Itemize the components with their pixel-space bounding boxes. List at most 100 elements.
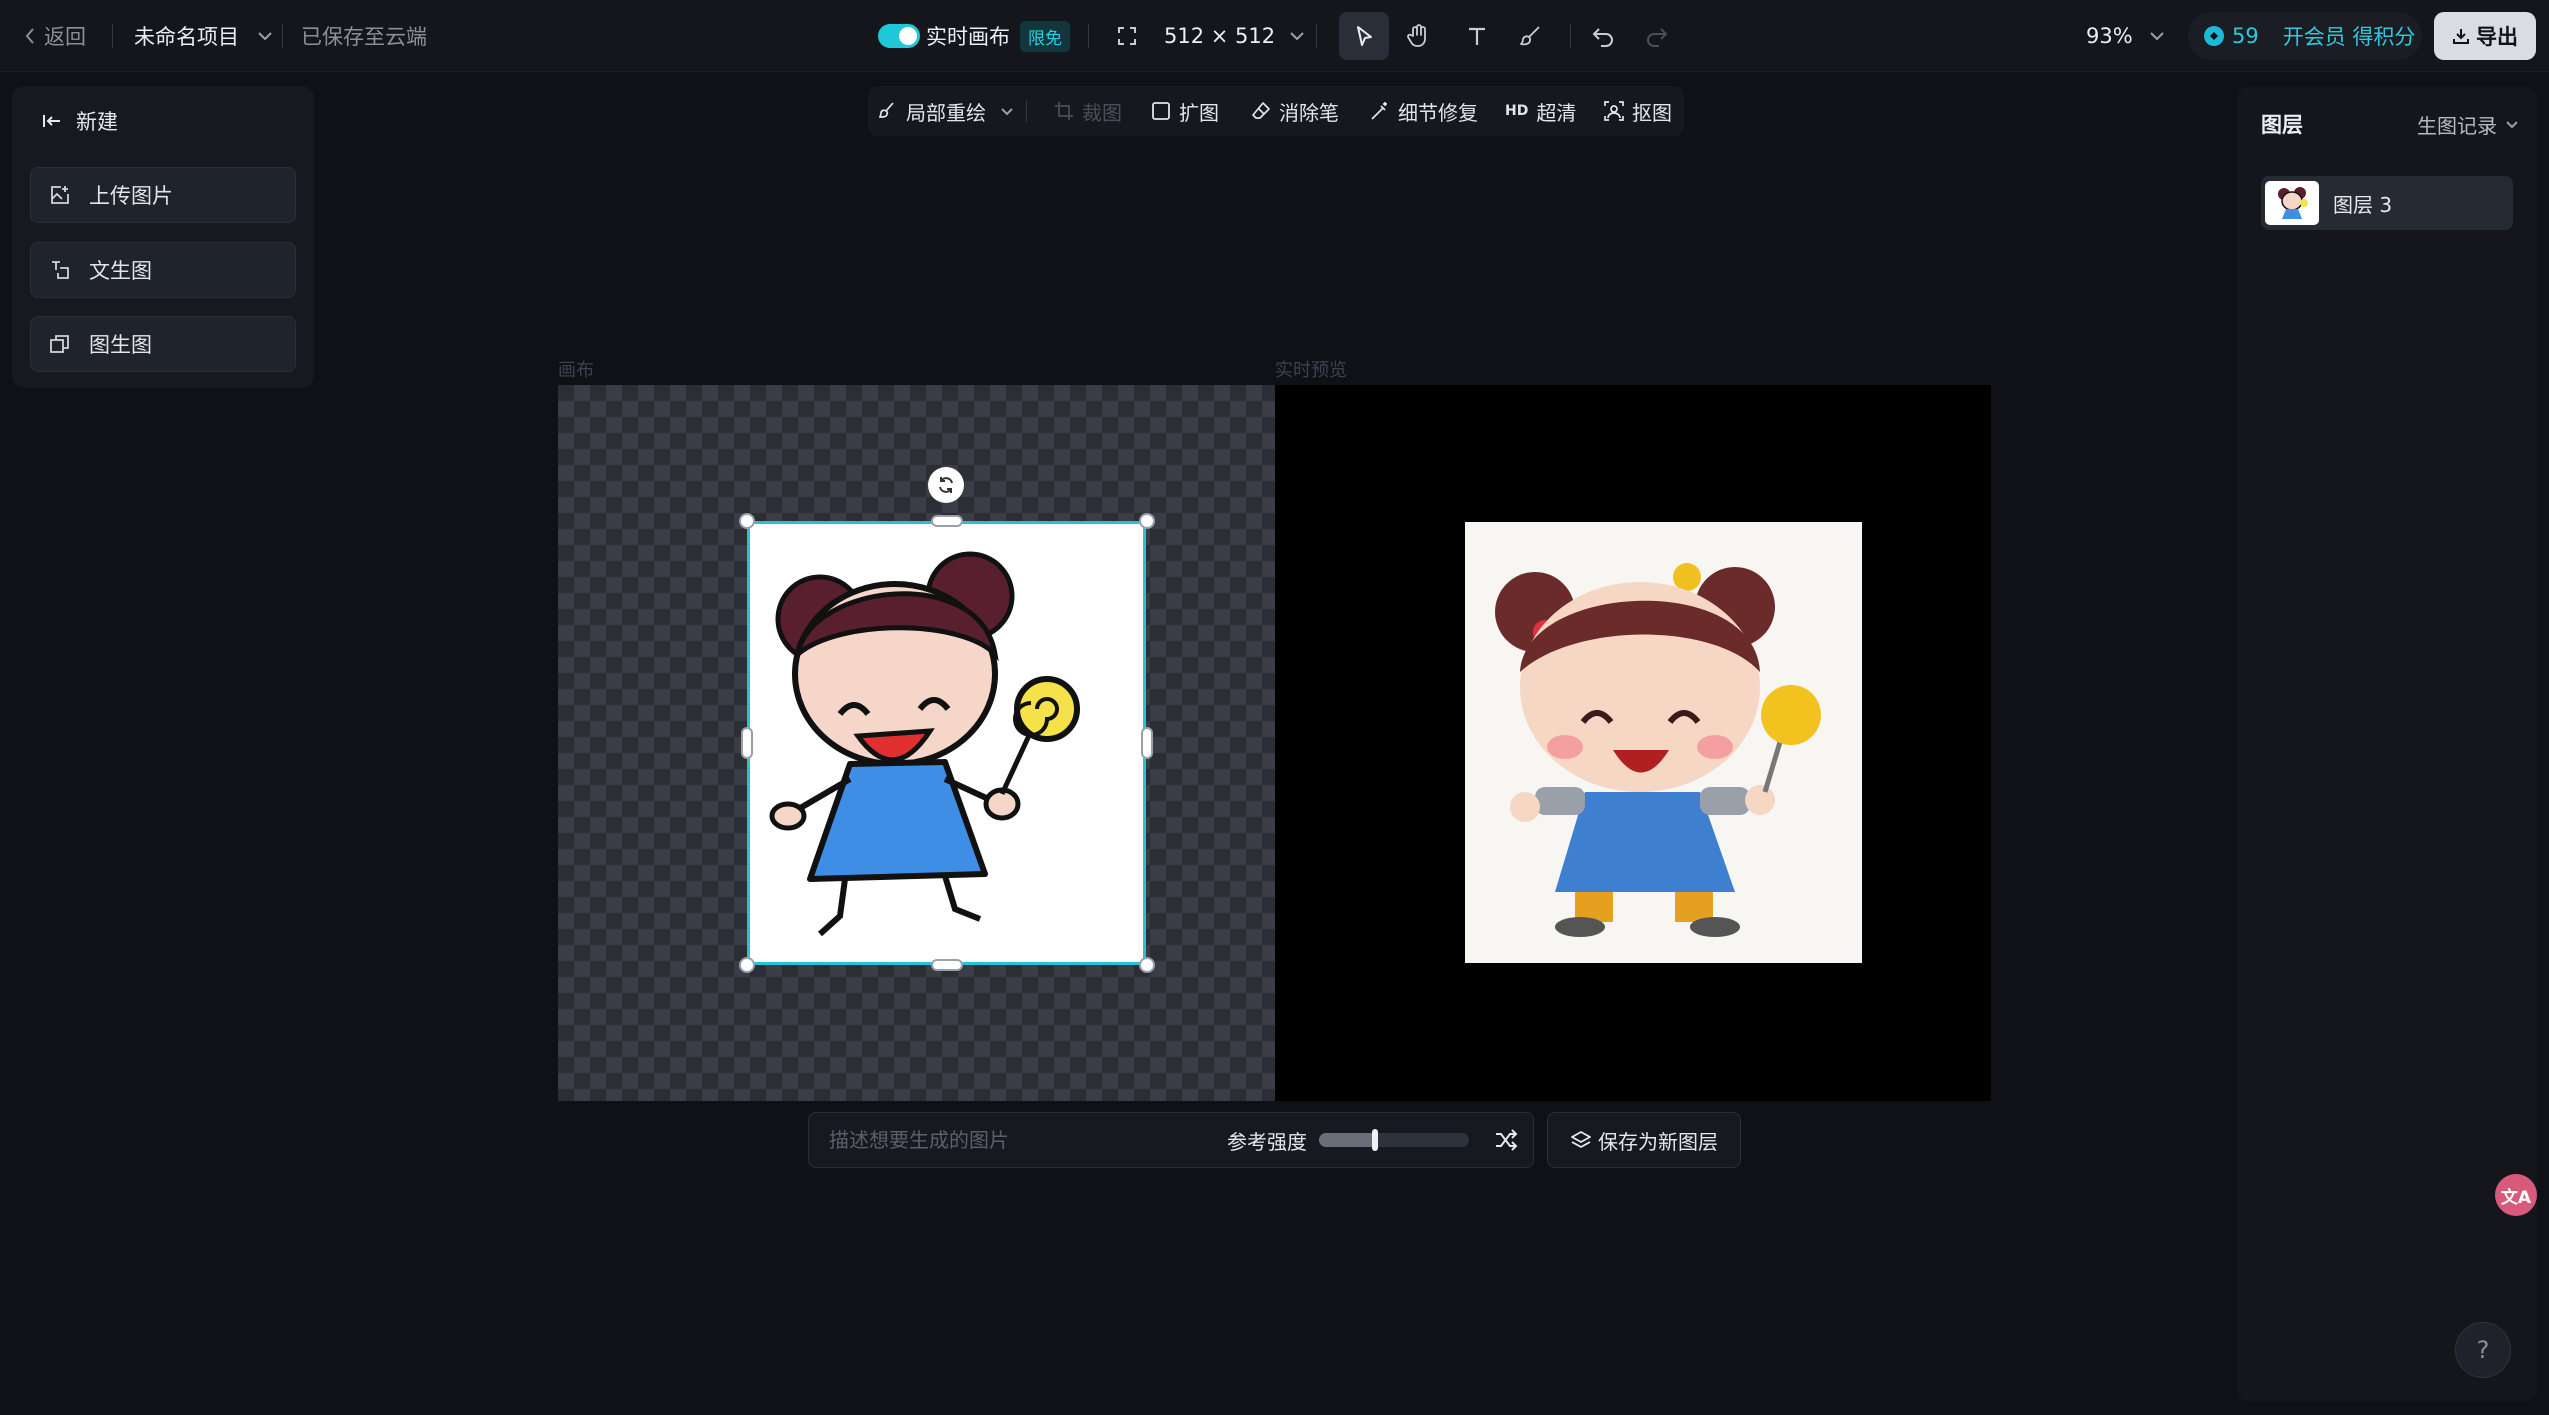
undo-button[interactable] (1578, 12, 1628, 60)
layer-item[interactable]: 图层 3 (2261, 176, 2513, 230)
save-as-new-layer-button[interactable]: 保存为新图层 (1547, 1112, 1741, 1168)
rendered-girl-illustration (1495, 563, 1821, 937)
resize-handle-left[interactable] (741, 727, 753, 759)
prompt-input[interactable] (827, 1113, 1207, 1167)
selected-layer-image[interactable] (747, 521, 1146, 965)
toggle-switch[interactable] (878, 24, 920, 48)
hand-icon (1406, 23, 1430, 49)
upload-image-label: 上传图片 (89, 184, 173, 208)
history-label: 生图记录 (2417, 113, 2497, 138)
chevron-down-icon (1000, 107, 1014, 116)
resize-icon (1116, 25, 1138, 47)
slider-fill (1319, 1133, 1375, 1147)
generated-preview-image (1465, 522, 1862, 963)
credits-pill[interactable]: 59 开会员 得积分 (2188, 12, 2422, 60)
undo-icon (1591, 25, 1615, 47)
help-icon: ? (2476, 1336, 2490, 1364)
resize-handle-top[interactable] (931, 515, 963, 527)
upload-image-button[interactable]: 上传图片 (30, 167, 296, 223)
divider (1570, 24, 1571, 48)
eraser-button[interactable]: 消除笔 (1251, 86, 1339, 136)
rotate-handle[interactable] (928, 467, 964, 503)
detail-repair-label: 细节修复 (1398, 100, 1478, 125)
chevron-down-icon (1289, 31, 1305, 41)
zoom-level: 93% (2086, 24, 2133, 48)
inpaint-icon (878, 101, 898, 121)
layer-thumbnail (2265, 181, 2319, 225)
eraser-icon (1251, 101, 1271, 121)
select-tool-button[interactable] (1339, 12, 1389, 60)
save-status: 已保存至云端 (301, 25, 427, 49)
realtime-canvas-toggle[interactable]: 实时画布 限免 (878, 0, 1070, 72)
upload-image-icon (49, 184, 71, 206)
slider-thumb[interactable] (1371, 1129, 1378, 1151)
upscale-button[interactable]: HD 超清 (1505, 86, 1576, 136)
back-label: 返回 (44, 25, 86, 49)
brush-tool-button[interactable] (1506, 12, 1556, 60)
resize-handle-top-left[interactable] (739, 513, 755, 529)
hand-tool-button[interactable] (1393, 12, 1443, 60)
prompt-bar: 参考强度 (808, 1112, 1534, 1168)
detail-repair-button[interactable]: 细节修复 (1370, 86, 1478, 136)
shuffle-button[interactable] (1493, 1127, 1519, 1153)
reference-strength-slider[interactable] (1319, 1133, 1469, 1147)
resize-handle-right[interactable] (1141, 727, 1153, 759)
project-name: 未命名项目 (134, 25, 239, 49)
pointer-icon (1353, 24, 1375, 48)
canvas-size-dropdown[interactable]: 512 × 512 (1116, 0, 1305, 72)
image-to-image-icon (49, 333, 71, 355)
chevron-left-icon (24, 26, 36, 46)
generation-history-dropdown[interactable]: 生图记录 (2417, 104, 2519, 144)
new-header[interactable]: 新建 (42, 104, 118, 138)
text-tool-button[interactable] (1452, 12, 1502, 60)
resize-handle-bottom-left[interactable] (739, 957, 755, 973)
export-label: 导出 (2476, 25, 2518, 49)
resize-handle-bottom[interactable] (931, 959, 963, 971)
help-button[interactable]: ? (2455, 1322, 2511, 1378)
sketch-girl-illustration (769, 551, 1080, 937)
zoom-dropdown[interactable]: 93% (2086, 0, 2165, 72)
crop-icon (1054, 101, 1074, 121)
save-as-new-layer-label: 保存为新图层 (1598, 1129, 1718, 1154)
new-panel: 新建 上传图片 文生图 图生图 (12, 86, 314, 388)
arrow-left-icon (42, 113, 62, 129)
upscale-label: 超清 (1536, 100, 1577, 125)
coin-icon (2204, 26, 2224, 46)
chevron-down-icon (2505, 120, 2519, 129)
project-name-dropdown[interactable]: 未命名项目 (134, 0, 273, 72)
divider (282, 24, 283, 48)
text-to-image-button[interactable]: 文生图 (30, 242, 296, 298)
divider (1026, 100, 1027, 122)
credits-count: 59 (2232, 24, 2259, 48)
redo-button[interactable] (1632, 12, 1682, 60)
expand-button[interactable]: 扩图 (1151, 86, 1219, 136)
image-to-image-label: 图生图 (89, 333, 152, 357)
text-to-image-label: 文生图 (89, 259, 152, 283)
expand-icon (1151, 101, 1171, 121)
layers-title: 图层 (2261, 113, 2303, 137)
layer-name: 图层 3 (2333, 192, 2393, 217)
new-label: 新建 (76, 110, 118, 134)
download-icon (2452, 27, 2470, 45)
reference-strength-label: 参考强度 (1227, 1129, 1307, 1154)
image-to-image-button[interactable]: 图生图 (30, 316, 296, 372)
realtime-canvas-label: 实时画布 (926, 25, 1010, 49)
translate-button[interactable]: 文A (2495, 1174, 2537, 1216)
divider (1316, 24, 1317, 48)
back-button[interactable]: 返回 (24, 0, 86, 72)
redo-icon (1645, 25, 1669, 47)
crop-button[interactable]: 裁图 (1054, 86, 1122, 136)
matting-button[interactable]: 抠图 (1604, 86, 1672, 136)
translate-icon: 文A (2500, 1187, 2532, 1208)
vip-link[interactable]: 开会员 得积分 (2283, 21, 2416, 51)
canvas-caption: 画布 (558, 360, 594, 381)
divider (112, 24, 113, 48)
resize-handle-bottom-right[interactable] (1139, 957, 1155, 973)
hd-icon: HD (1505, 103, 1529, 119)
export-button[interactable]: 导出 (2434, 12, 2536, 60)
eraser-label: 消除笔 (1279, 100, 1339, 125)
resize-handle-top-right[interactable] (1139, 513, 1155, 529)
limited-free-badge: 限免 (1020, 20, 1070, 52)
matting-icon (1604, 101, 1624, 121)
inpaint-dropdown[interactable]: 局部重绘 (878, 86, 1014, 136)
